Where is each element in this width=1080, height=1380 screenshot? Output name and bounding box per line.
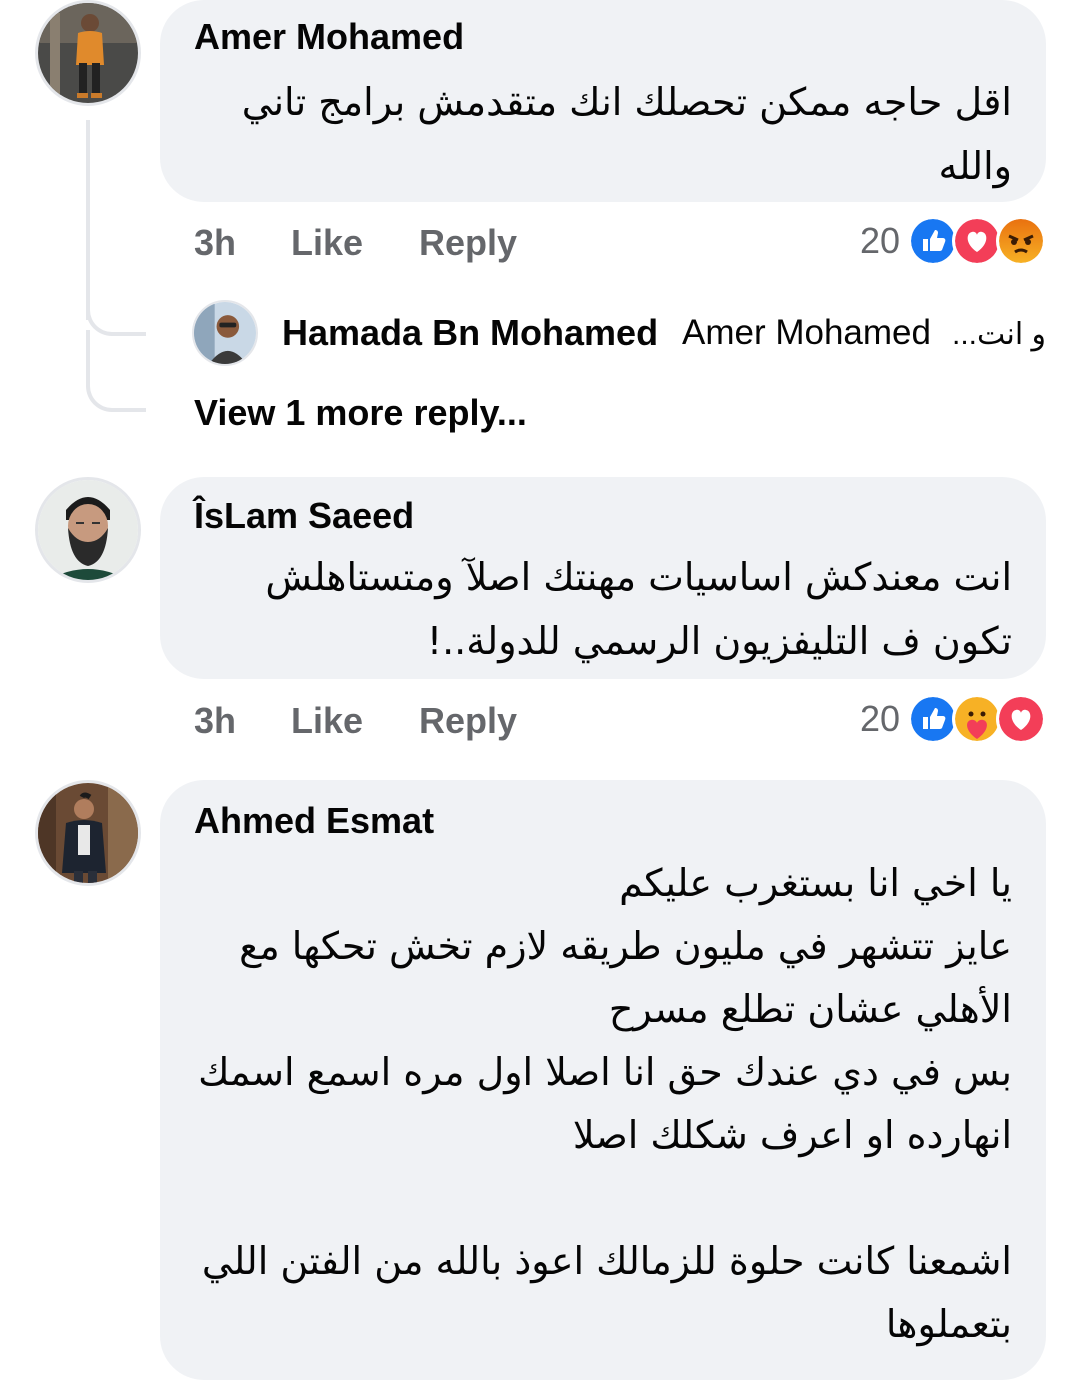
comment-text: انت معندكش اساسيات مهنتك اصلآ ومتستاهلش …	[265, 555, 1012, 663]
like-icon	[908, 216, 958, 266]
comment-text: اقل حاجه ممكن تحصلك انك متقدمش برامج تان…	[241, 80, 1012, 188]
thread-line	[86, 120, 90, 320]
reaction-count: 20	[859, 698, 900, 739]
comment-bubble: ÎsLam Saeed انت معندكش اساسيات مهنتك اصل…	[160, 477, 1046, 679]
thread-connector	[86, 330, 146, 412]
avatar-ahmed-esmat[interactable]	[35, 780, 141, 886]
like-icon	[908, 694, 958, 744]
comment-time[interactable]: 3h	[194, 696, 236, 746]
reply-mention[interactable]: Amer Mohamed	[682, 312, 931, 354]
like-button[interactable]: Like	[291, 696, 363, 746]
comment-author[interactable]: Amer Mohamed	[194, 16, 1012, 58]
reply-snippet: و انت...	[952, 318, 1046, 351]
avatar-islam-saeed[interactable]	[35, 477, 141, 583]
comment-text: يا اخي انا بستغرب عليكم عايز تتشهر في مل…	[198, 861, 1012, 1346]
reaction-count: 20	[859, 220, 900, 261]
like-button[interactable]: Like	[291, 218, 363, 268]
reply-button[interactable]: Reply	[419, 218, 517, 268]
comment-author[interactable]: Ahmed Esmat	[194, 800, 1012, 842]
reply-button[interactable]: Reply	[419, 696, 517, 746]
love-icon	[952, 216, 1002, 266]
love-icon	[996, 694, 1046, 744]
care-icon	[952, 694, 1002, 744]
avatar-hamada-bn-mohamed[interactable]	[192, 300, 258, 366]
comment-time[interactable]: 3h	[194, 218, 236, 268]
view-more-replies-link[interactable]: View 1 more reply...	[194, 390, 527, 436]
reply-preview[interactable]: Hamada Bn Mohamed Amer Mohamed و انت...	[192, 300, 1052, 368]
angry-icon	[996, 216, 1046, 266]
reaction-summary[interactable]: 20	[860, 216, 1046, 266]
comment-bubble: Ahmed Esmat يا اخي انا بستغرب عليكم عايز…	[160, 780, 1046, 1380]
avatar-amer-mohamed[interactable]	[35, 0, 141, 106]
comment-bubble: Amer Mohamed اقل حاجه ممكن تحصلك انك متق…	[160, 0, 1046, 202]
reply-author[interactable]: Hamada Bn Mohamed	[282, 312, 658, 354]
comment-author[interactable]: ÎsLam Saeed	[194, 495, 1012, 537]
reaction-summary[interactable]: 20	[860, 694, 1046, 744]
